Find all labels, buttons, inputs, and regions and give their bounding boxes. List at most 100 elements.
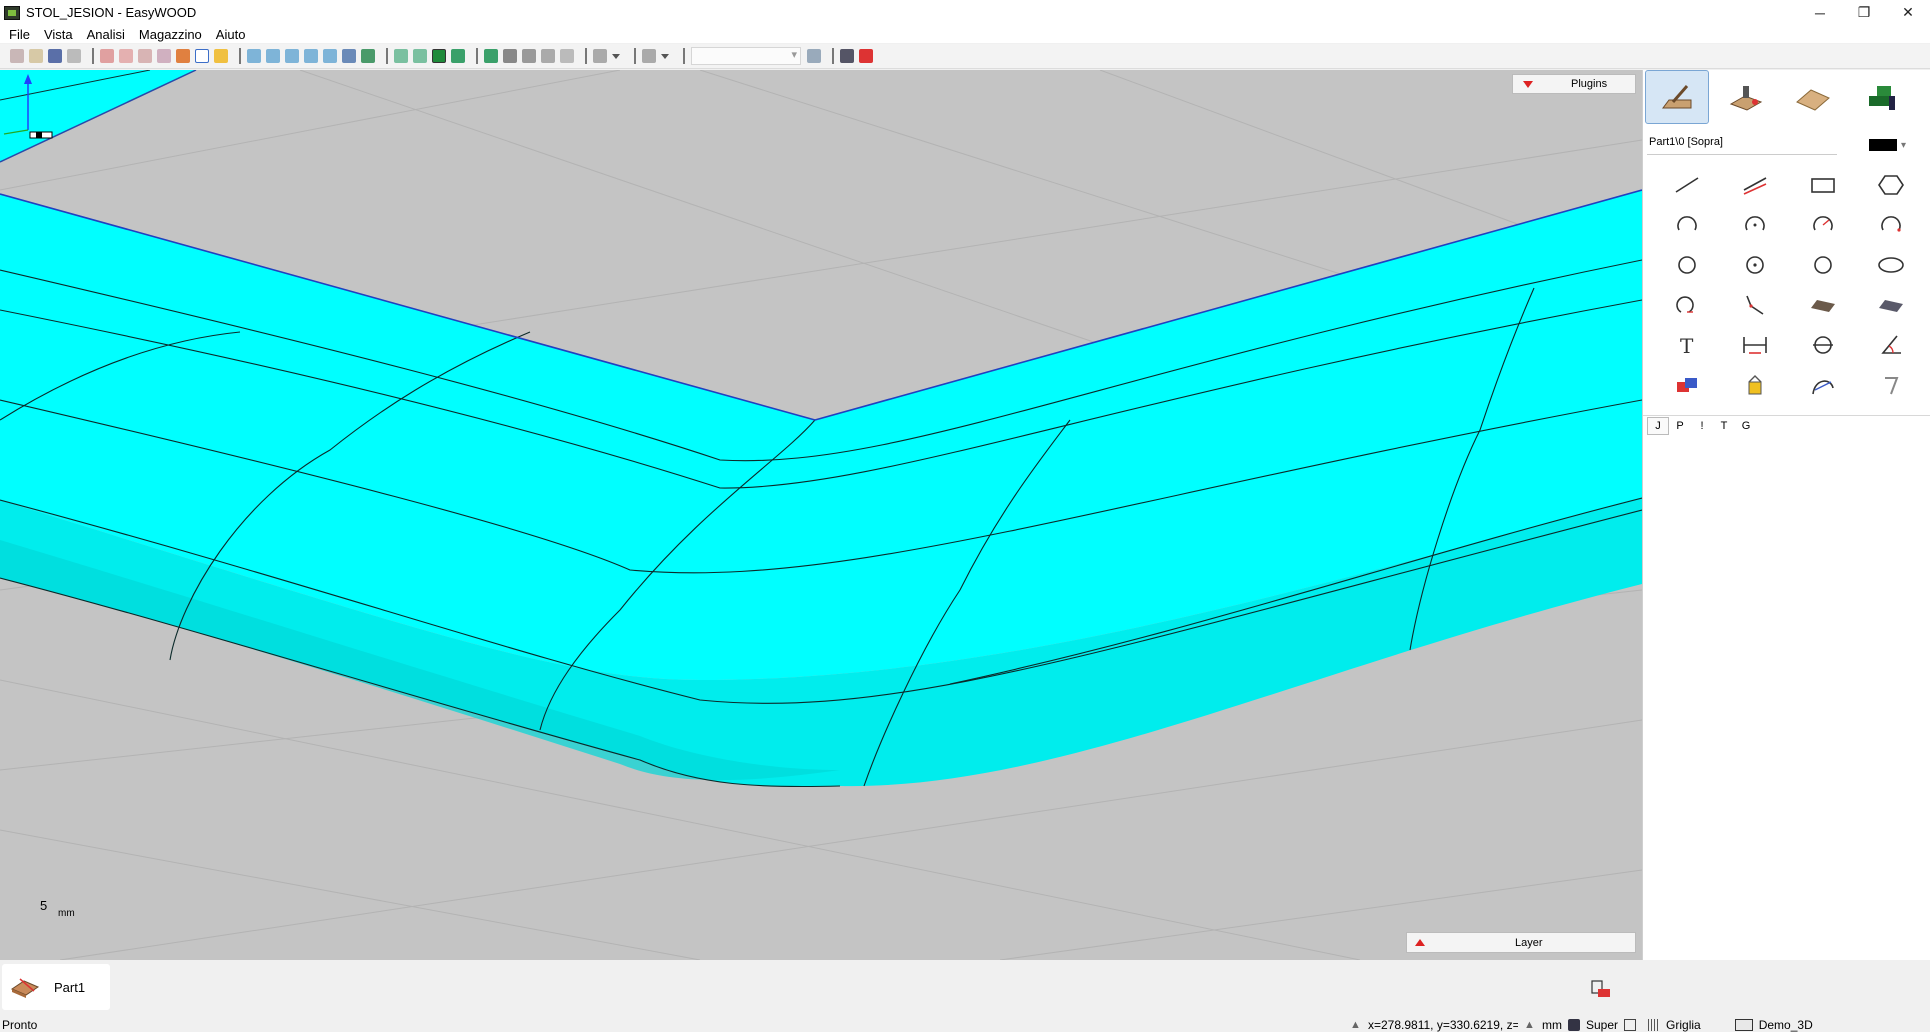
subtab-5[interactable]: G — [1735, 417, 1757, 435]
zoom-in-icon[interactable] — [119, 49, 133, 63]
shaded-icon[interactable] — [432, 49, 446, 63]
subtab-2[interactable]: P — [1669, 417, 1691, 435]
stop-icon[interactable] — [859, 49, 873, 63]
ellipse-tool[interactable] — [1857, 245, 1925, 285]
subtab-4[interactable]: T — [1713, 417, 1735, 435]
pocket-tool[interactable] — [1789, 285, 1857, 325]
new-file-icon[interactable] — [10, 49, 24, 63]
user-icon[interactable] — [840, 49, 854, 63]
print-icon[interactable] — [67, 49, 81, 63]
snap-icon[interactable] — [522, 49, 536, 63]
snap-label[interactable]: Super — [1586, 1018, 1618, 1032]
zoom-window-icon[interactable] — [100, 49, 114, 63]
line-tool[interactable] — [1653, 165, 1721, 205]
snap-icon[interactable] — [1624, 1019, 1637, 1031]
draw-category-button[interactable] — [1645, 70, 1709, 124]
axis-triad-icon — [3, 74, 53, 139]
arc-end-tool[interactable] — [1857, 205, 1925, 245]
color-swatch — [1869, 139, 1897, 151]
copy-icon[interactable] — [807, 49, 821, 63]
color-picker[interactable]: ▾ — [1869, 138, 1913, 152]
arc-tangent-tool[interactable] — [1789, 205, 1857, 245]
minimize-button[interactable]: ─ — [1798, 0, 1842, 25]
trim-icon[interactable] — [541, 49, 555, 63]
view-left-icon[interactable] — [323, 49, 337, 63]
profile-tool[interactable] — [1857, 285, 1925, 325]
zoom-out-icon[interactable] — [138, 49, 152, 63]
view-back-icon[interactable] — [342, 49, 356, 63]
redo-dropdown-icon[interactable] — [661, 53, 669, 59]
cnc-category-button[interactable] — [1713, 70, 1777, 124]
view-iso-icon[interactable] — [247, 49, 261, 63]
rotate-view-icon[interactable] — [195, 49, 209, 63]
menu-vista[interactable]: Vista — [44, 27, 73, 42]
grid-label[interactable]: Griglia — [1666, 1018, 1701, 1032]
text-tool[interactable]: T — [1653, 325, 1721, 365]
bucket-tool[interactable] — [1721, 365, 1789, 405]
circle-tool[interactable] — [1653, 245, 1721, 285]
dimension-tool[interactable] — [1721, 325, 1789, 365]
toolbar-separator — [585, 48, 587, 64]
menu-analisi[interactable]: Analisi — [87, 27, 125, 42]
fillet-tool[interactable] — [1653, 285, 1721, 325]
measure-icon[interactable] — [503, 49, 517, 63]
view-front-icon[interactable] — [285, 49, 299, 63]
open-file-icon[interactable] — [29, 49, 43, 63]
arc-3pt-tool[interactable] — [1653, 205, 1721, 245]
light-icon[interactable] — [214, 49, 228, 63]
circle-center-tool[interactable] — [1721, 245, 1789, 285]
clamp-icon — [1885, 377, 1899, 395]
select-icon[interactable] — [484, 49, 498, 63]
zoom-all-icon[interactable] — [157, 49, 171, 63]
menu-file[interactable]: File — [9, 27, 30, 42]
circle-center-icon — [1746, 256, 1764, 274]
assembly-category-button[interactable] — [1849, 70, 1913, 124]
3d-toolbar-icon[interactable] — [1588, 977, 1612, 1001]
view-right-icon[interactable] — [304, 49, 318, 63]
tab-part1[interactable]: Part1 — [2, 964, 110, 1010]
layer-button[interactable]: Layer — [1406, 932, 1636, 953]
menu-aiuto[interactable]: Aiuto — [216, 27, 246, 42]
wireframe-icon[interactable] — [394, 49, 408, 63]
circle-3pt-tool[interactable] — [1789, 245, 1857, 285]
toolbar-combo[interactable] — [691, 47, 801, 65]
menu-bar: File Vista Analisi Magazzino Aiuto — [0, 25, 1930, 43]
grid-icon[interactable] — [560, 49, 574, 63]
parallel-line-tool[interactable] — [1721, 165, 1789, 205]
clamp-tool[interactable] — [1857, 365, 1925, 405]
view-bottom-icon[interactable] — [361, 49, 375, 63]
toolbar — [0, 44, 1930, 69]
save-icon[interactable] — [48, 49, 62, 63]
diameter-tool[interactable] — [1789, 325, 1857, 365]
restore-button[interactable]: ❐ — [1842, 0, 1886, 25]
arc-center-tool[interactable] — [1721, 205, 1789, 245]
angle-tool[interactable] — [1857, 325, 1925, 365]
circle-icon — [1678, 256, 1696, 274]
scale-unit: mm — [58, 908, 75, 919]
undo-icon[interactable] — [593, 49, 607, 63]
view-top-icon[interactable] — [266, 49, 280, 63]
undo-dropdown-icon[interactable] — [612, 53, 620, 59]
redo-icon[interactable] — [642, 49, 656, 63]
plugins-button[interactable]: Plugins — [1512, 74, 1636, 94]
panel-category-button[interactable] — [1781, 70, 1845, 124]
pan-icon[interactable] — [176, 49, 190, 63]
circle-3pt-icon — [1814, 256, 1832, 274]
unit-label[interactable]: mm — [1542, 1018, 1562, 1032]
close-button[interactable]: ✕ — [1886, 0, 1930, 25]
chamfer-tool[interactable] — [1721, 285, 1789, 325]
import-tool[interactable] — [1653, 365, 1721, 405]
3d-viewport[interactable]: Plugins 5 mm Layer — [0, 70, 1642, 960]
subtab-3[interactable]: ! — [1691, 417, 1713, 435]
curve-tool[interactable] — [1789, 365, 1857, 405]
model-canvas[interactable] — [0, 70, 1642, 960]
hidden-lines-icon[interactable] — [413, 49, 427, 63]
polygon-tool[interactable] — [1857, 165, 1925, 205]
shaded-edges-icon[interactable] — [451, 49, 465, 63]
menu-magazzino[interactable]: Magazzino — [139, 27, 202, 42]
grid-icon[interactable] — [1648, 1019, 1661, 1031]
subtab-1[interactable]: J — [1647, 417, 1669, 435]
rectangle-tool[interactable] — [1789, 165, 1857, 205]
polygon-icon — [1878, 175, 1904, 195]
layer-label: Layer — [1515, 936, 1543, 949]
